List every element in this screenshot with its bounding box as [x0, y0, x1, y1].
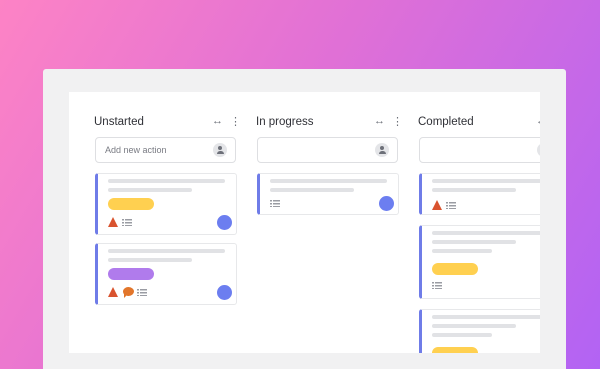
- action-card[interactable]: [419, 309, 540, 353]
- user-avatar[interactable]: [379, 196, 394, 211]
- action-card[interactable]: [95, 243, 237, 305]
- add-action-input[interactable]: [419, 137, 540, 163]
- kanban-board: Unstarted ↔ ⋮ Add new action In progress…: [69, 92, 540, 353]
- card-detail-placeholder: [432, 333, 492, 337]
- card-title-placeholder: [270, 179, 387, 183]
- card-tag[interactable]: [432, 263, 478, 275]
- card-tag[interactable]: [108, 268, 154, 280]
- resize-horizontal-icon[interactable]: ↔: [374, 115, 385, 127]
- column-title: Unstarted: [94, 116, 144, 128]
- card-title-placeholder: [108, 249, 225, 253]
- card-detail-placeholder: [432, 249, 492, 253]
- user-avatar[interactable]: [217, 215, 232, 230]
- card-tag[interactable]: [432, 347, 478, 353]
- warning-icon: [108, 287, 118, 297]
- person-icon[interactable]: [375, 143, 389, 157]
- person-icon[interactable]: [213, 143, 227, 157]
- card-tag[interactable]: [108, 198, 154, 210]
- card-subtitle-placeholder: [432, 324, 516, 328]
- add-action-input[interactable]: Add new action: [95, 137, 236, 163]
- checklist-icon: [122, 219, 132, 226]
- user-avatar[interactable]: [217, 285, 232, 300]
- card-title-placeholder: [108, 179, 225, 183]
- action-card[interactable]: [419, 173, 540, 215]
- card-subtitle-placeholder: [432, 240, 516, 244]
- warning-icon: [108, 217, 118, 227]
- comment-icon: [123, 287, 134, 298]
- checklist-icon: [137, 289, 147, 296]
- column-header: In progress ↔ ⋮: [256, 114, 403, 132]
- resize-horizontal-icon[interactable]: ↔: [212, 115, 223, 127]
- column-in-progress: In progress ↔ ⋮: [256, 92, 403, 353]
- card-title-placeholder: [432, 231, 540, 235]
- card-subtitle-placeholder: [270, 188, 354, 192]
- card-subtitle-placeholder: [432, 188, 516, 192]
- checklist-icon: [432, 282, 442, 289]
- resize-horizontal-icon[interactable]: ↔: [536, 115, 540, 127]
- checklist-icon: [270, 200, 280, 207]
- card-title-placeholder: [432, 179, 540, 183]
- add-action-placeholder: Add new action: [105, 145, 167, 155]
- more-vertical-icon[interactable]: ⋮: [392, 115, 403, 128]
- card-subtitle-placeholder: [108, 188, 192, 192]
- column-completed: Completed ↔ ⋮: [418, 92, 540, 353]
- column-title: Completed: [418, 116, 474, 128]
- column-header: Completed ↔ ⋮: [418, 114, 540, 132]
- more-vertical-icon[interactable]: ⋮: [230, 115, 241, 128]
- person-icon[interactable]: [537, 143, 540, 157]
- action-card[interactable]: [257, 173, 399, 215]
- add-action-input[interactable]: [257, 137, 398, 163]
- card-subtitle-placeholder: [108, 258, 192, 262]
- checklist-icon: [446, 202, 456, 209]
- action-card[interactable]: [419, 225, 540, 299]
- action-card[interactable]: [95, 173, 237, 235]
- column-header: Unstarted ↔ ⋮: [94, 114, 241, 132]
- column-title: In progress: [256, 116, 314, 128]
- column-unstarted: Unstarted ↔ ⋮ Add new action: [94, 92, 241, 353]
- warning-icon: [432, 200, 442, 210]
- card-title-placeholder: [432, 315, 540, 319]
